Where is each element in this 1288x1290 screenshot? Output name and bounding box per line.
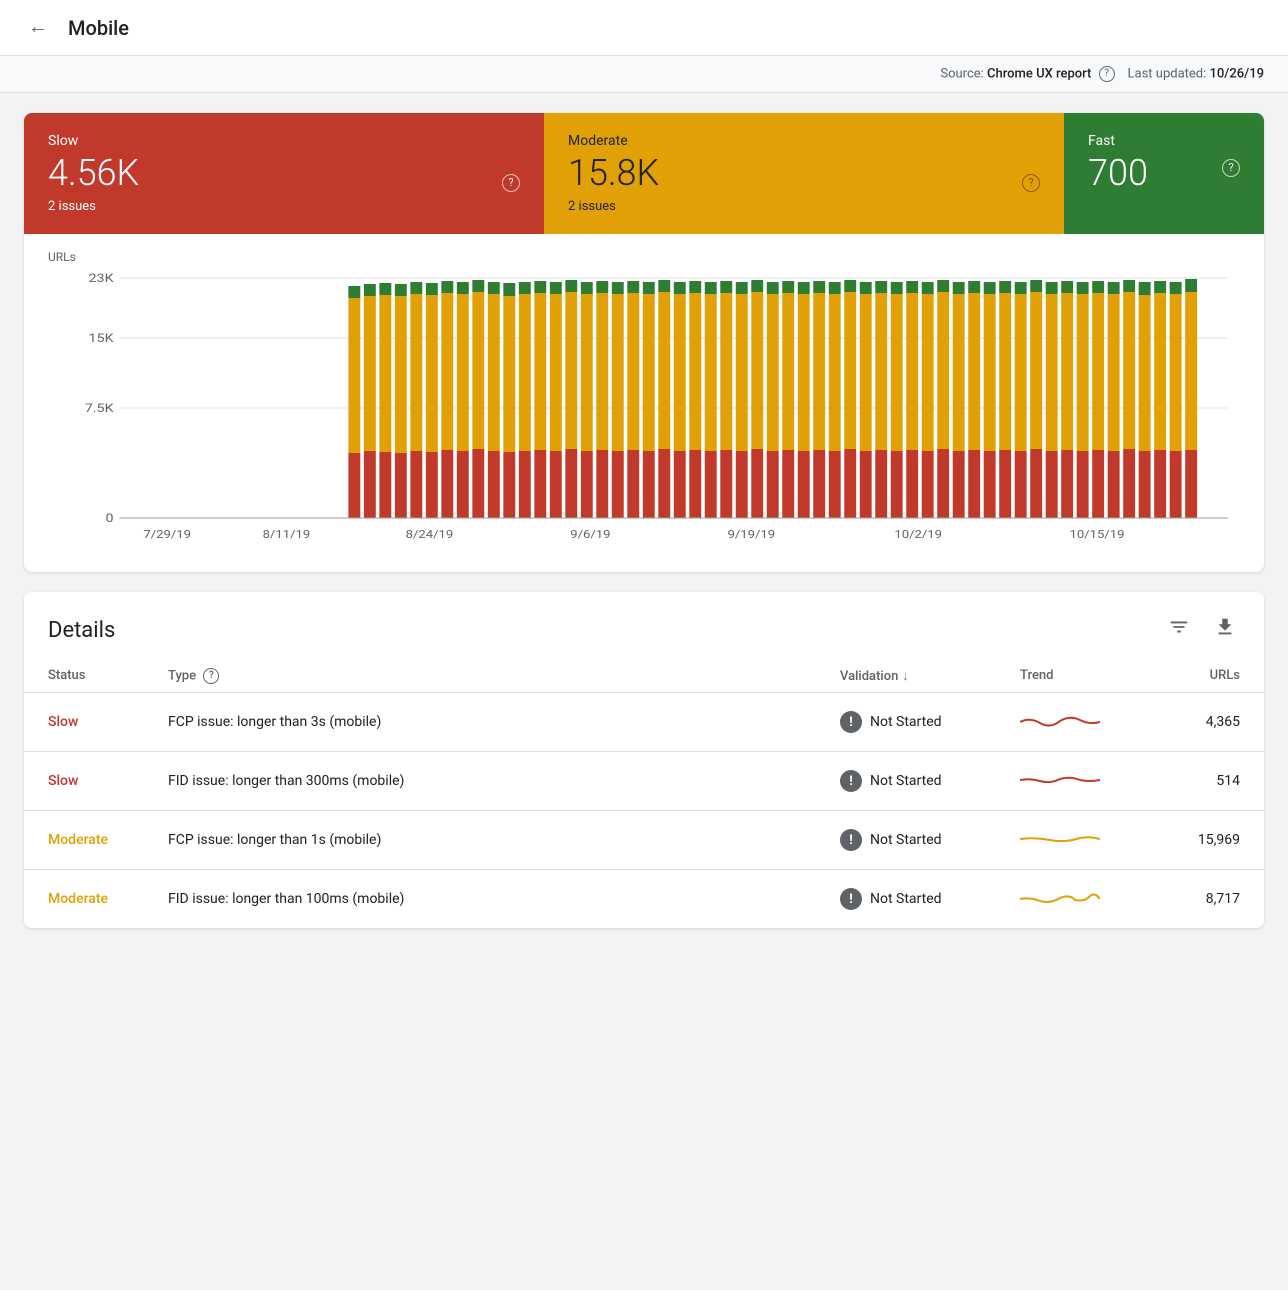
trend-sparkline	[1020, 707, 1100, 737]
last-updated-date: 10/26/19	[1210, 66, 1264, 81]
not-started-text: Not Started	[870, 891, 942, 907]
source-help-icon[interactable]: ?	[1099, 66, 1115, 82]
svg-text:8/24/19: 8/24/19	[406, 528, 454, 541]
svg-text:10/15/19: 10/15/19	[1069, 528, 1124, 541]
svg-text:7.5K: 7.5K	[85, 402, 115, 416]
metric-moderate-value: 15.8K	[568, 155, 1040, 191]
chart-container: 23K 15K 7.5K 0	[48, 268, 1240, 548]
row-type: FCP issue: longer than 3s (mobile)	[168, 714, 840, 730]
row-trend	[1020, 825, 1160, 855]
metric-moderate-help-icon[interactable]: ?	[1022, 174, 1040, 192]
not-started-icon: !	[840, 770, 862, 792]
metric-fast: Fast 700 ?	[1064, 113, 1264, 234]
trend-sparkline	[1020, 884, 1100, 914]
row-trend	[1020, 766, 1160, 796]
row-validation: ! Not Started	[840, 711, 1020, 733]
download-button[interactable]	[1210, 612, 1240, 648]
metric-slow-value: 4.56K	[48, 155, 520, 191]
svg-text:15K: 15K	[89, 332, 115, 346]
svg-text:9/6/19: 9/6/19	[570, 528, 610, 541]
row-status: Slow	[48, 773, 168, 789]
metric-slow: Slow 4.56K 2 issues ?	[24, 113, 544, 234]
col-header-urls: URLs	[1160, 668, 1240, 684]
row-status: Slow	[48, 714, 168, 730]
row-status: Moderate	[48, 832, 168, 848]
details-title: Details	[48, 618, 115, 643]
svg-text:7/29/19: 7/29/19	[143, 528, 191, 541]
row-type: FID issue: longer than 100ms (mobile)	[168, 891, 840, 907]
svg-text:0: 0	[106, 512, 114, 526]
type-help-icon[interactable]: ?	[203, 668, 219, 684]
chart-y-label: URLs	[48, 250, 1240, 264]
main-content: Slow 4.56K 2 issues ? Moderate 15.8K 2 i…	[0, 93, 1288, 948]
table-header: Status Type ? Validation ↓ Trend URLs	[24, 660, 1264, 693]
row-validation: ! Not Started	[840, 888, 1020, 910]
svg-text:10/2/19: 10/2/19	[894, 528, 942, 541]
sort-arrow-icon: ↓	[902, 669, 908, 683]
col-header-validation[interactable]: Validation ↓	[840, 668, 1020, 684]
metric-moderate-issues: 2 issues	[568, 199, 1040, 214]
col-header-trend: Trend	[1020, 668, 1160, 684]
details-card: Details Status Type ?	[24, 592, 1264, 928]
trend-sparkline	[1020, 825, 1100, 855]
row-urls: 8,717	[1160, 891, 1240, 907]
row-validation: ! Not Started	[840, 770, 1020, 792]
row-trend	[1020, 884, 1160, 914]
source-bar: Source: Chrome UX report ? Last updated:…	[0, 56, 1288, 93]
table-row: Slow FCP issue: longer than 3s (mobile) …	[24, 693, 1264, 752]
details-actions	[1164, 612, 1240, 648]
row-urls: 514	[1160, 773, 1240, 789]
not-started-text: Not Started	[870, 832, 942, 848]
row-status: Moderate	[48, 891, 168, 907]
row-type: FCP issue: longer than 1s (mobile)	[168, 832, 840, 848]
back-button[interactable]: ←	[24, 12, 52, 43]
table-row: Slow FID issue: longer than 300ms (mobil…	[24, 752, 1264, 811]
header: ← Mobile	[0, 0, 1288, 56]
metric-slow-label: Slow	[48, 133, 520, 149]
chart-card: Slow 4.56K 2 issues ? Moderate 15.8K 2 i…	[24, 113, 1264, 572]
col-header-status: Status	[48, 668, 168, 684]
metric-fast-help-icon[interactable]: ?	[1222, 159, 1240, 177]
row-trend	[1020, 707, 1160, 737]
svg-text:9/19/19: 9/19/19	[727, 528, 775, 541]
metric-slow-help-icon[interactable]: ?	[502, 174, 520, 192]
trend-sparkline	[1020, 766, 1100, 796]
chart-svg: 23K 15K 7.5K 0	[48, 268, 1240, 548]
table-row: Moderate FID issue: longer than 100ms (m…	[24, 870, 1264, 928]
row-validation: ! Not Started	[840, 829, 1020, 851]
metric-slow-issues: 2 issues	[48, 199, 520, 214]
row-urls: 15,969	[1160, 832, 1240, 848]
row-type: FID issue: longer than 300ms (mobile)	[168, 773, 840, 789]
source-label: Source:	[940, 66, 983, 81]
not-started-icon: !	[840, 888, 862, 910]
details-header: Details	[24, 592, 1264, 660]
not-started-icon: !	[840, 711, 862, 733]
metrics-row: Slow 4.56K 2 issues ? Moderate 15.8K 2 i…	[24, 113, 1264, 234]
col-header-type: Type ?	[168, 668, 840, 684]
filter-button[interactable]	[1164, 612, 1194, 648]
not-started-icon: !	[840, 829, 862, 851]
source-name: Chrome UX report	[987, 66, 1091, 81]
not-started-text: Not Started	[870, 773, 942, 789]
svg-text:8/11/19: 8/11/19	[263, 528, 311, 541]
metric-moderate-label: Moderate	[568, 133, 1040, 149]
row-urls: 4,365	[1160, 714, 1240, 730]
chart-area: URLs 23K 15K 7.5K 0	[24, 234, 1264, 572]
not-started-text: Not Started	[870, 714, 942, 730]
last-updated-label: Last updated:	[1128, 66, 1207, 81]
metric-moderate: Moderate 15.8K 2 issues ?	[544, 113, 1064, 234]
table-row: Moderate FCP issue: longer than 1s (mobi…	[24, 811, 1264, 870]
svg-text:23K: 23K	[89, 272, 115, 286]
metric-fast-label: Fast	[1088, 133, 1240, 149]
page-title: Mobile	[68, 16, 129, 40]
metric-fast-value: 700	[1088, 155, 1240, 191]
table-rows: Slow FCP issue: longer than 3s (mobile) …	[24, 693, 1264, 928]
